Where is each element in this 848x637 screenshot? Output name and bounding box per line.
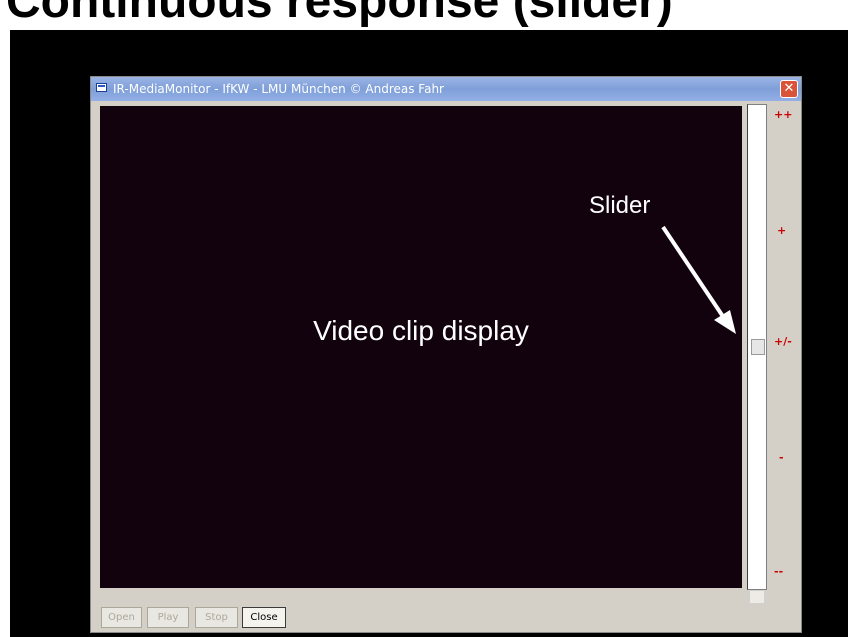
slide-title: Continuous response (slider): [6, 0, 673, 28]
window-titlebar[interactable]: IR-MediaMonitor - IfKW - LMU München © A…: [91, 77, 801, 101]
presentation-stage: IR-MediaMonitor - IfKW - LMU München © A…: [10, 30, 848, 637]
stop-button[interactable]: Stop: [195, 607, 238, 628]
app-window: IR-MediaMonitor - IfKW - LMU München © A…: [90, 76, 802, 633]
annotation-arrow-icon: [661, 225, 736, 334]
scale-label-negative: -: [779, 451, 784, 464]
scale-label-very-positive: ++: [774, 108, 793, 121]
close-button[interactable]: Close: [242, 607, 286, 628]
scale-label-very-negative: --: [774, 565, 784, 578]
scale-label-positive: +: [777, 224, 787, 237]
scale-label-neutral: +/-: [774, 335, 792, 348]
window-app-icon: [96, 83, 107, 92]
close-icon[interactable]: ✕: [780, 80, 798, 98]
video-display: Video clip display Slider: [100, 106, 742, 588]
open-button[interactable]: Open: [101, 607, 142, 628]
play-button[interactable]: Play: [147, 607, 189, 628]
slider-end-cap: [749, 590, 765, 604]
slider-thumb[interactable]: [751, 339, 765, 355]
response-slider[interactable]: [747, 104, 767, 590]
window-title: IR-MediaMonitor - IfKW - LMU München © A…: [113, 82, 444, 96]
